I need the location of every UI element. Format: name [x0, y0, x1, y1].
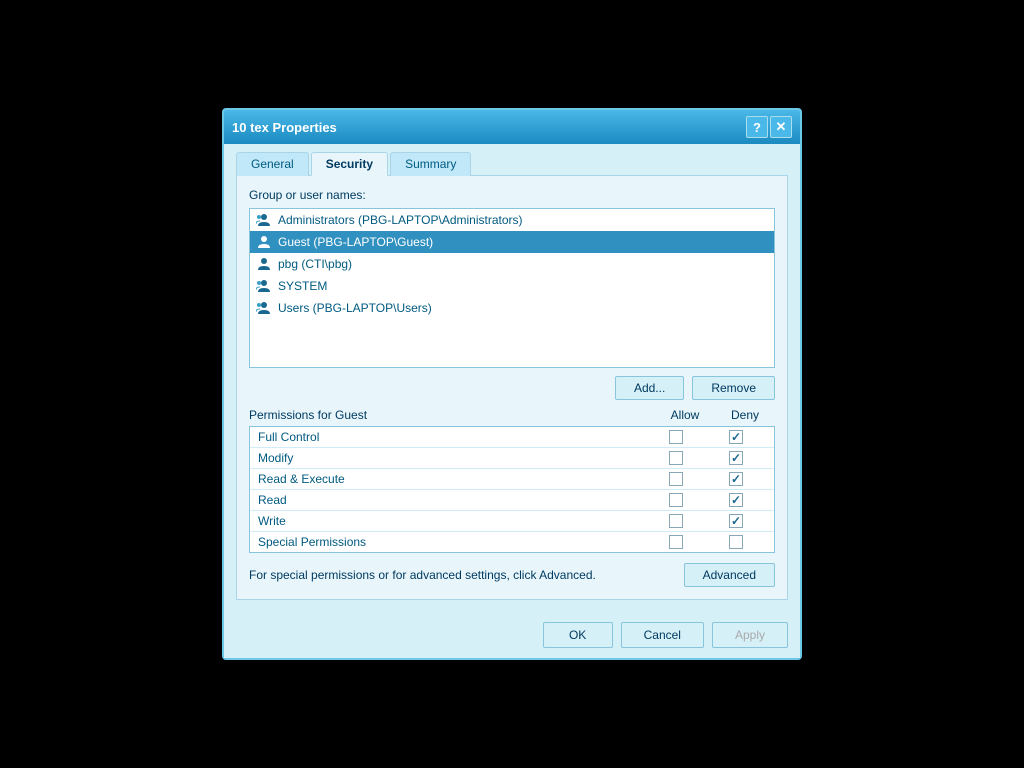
deny-checkbox-write[interactable]: ✓ [729, 514, 743, 528]
allow-check-col [646, 430, 706, 444]
list-item[interactable]: SYSTEM [250, 275, 774, 297]
deny-check-col: ✓ [706, 514, 766, 528]
title-bar: 10 tex Properties ? ✕ [224, 110, 800, 144]
deny-checkbox-read-execute[interactable]: ✓ [729, 472, 743, 486]
permissions-header: Permissions for Guest Allow Deny [249, 408, 775, 422]
close-button[interactable]: ✕ [770, 116, 792, 138]
perm-name: Write [258, 514, 646, 528]
deny-checkbox-full-control[interactable]: ✓ [729, 430, 743, 444]
perm-name: Full Control [258, 430, 646, 444]
deny-check-col: ✓ [706, 472, 766, 486]
dialog-body: General Security Summary Group or user n… [224, 144, 800, 612]
list-item[interactable]: Administrators (PBG-LAPTOP\Administrator… [250, 209, 774, 231]
user-action-buttons: Add... Remove [249, 376, 775, 400]
ok-button[interactable]: OK [543, 622, 613, 648]
advanced-button[interactable]: Advanced [684, 563, 775, 587]
allow-checkbox-read-execute[interactable] [669, 472, 683, 486]
apply-button[interactable]: Apply [712, 622, 788, 648]
allow-checkbox-read[interactable] [669, 493, 683, 507]
allow-check-col [646, 493, 706, 507]
cancel-button[interactable]: Cancel [621, 622, 704, 648]
tab-bar: General Security Summary [236, 152, 788, 176]
permissions-for-label: Permissions for Guest [249, 408, 655, 422]
deny-check-col: ✓ [706, 451, 766, 465]
remove-button[interactable]: Remove [692, 376, 775, 400]
allow-check-col [646, 472, 706, 486]
perm-name: Read [258, 493, 646, 507]
title-buttons: ? ✕ [746, 116, 792, 138]
allow-check-col [646, 451, 706, 465]
deny-checkbox-read[interactable]: ✓ [729, 493, 743, 507]
allow-checkbox-modify[interactable] [669, 451, 683, 465]
advanced-text: For special permissions or for advanced … [249, 568, 674, 582]
tab-summary[interactable]: Summary [390, 152, 471, 176]
deny-col-header: Deny [715, 408, 775, 422]
perm-row-modify: Modify ✓ [250, 448, 774, 469]
tab-content-security: Group or user names: Administrators (PBG… [236, 175, 788, 600]
list-item[interactable]: pbg (CTI\pbg) [250, 253, 774, 275]
add-button[interactable]: Add... [615, 376, 684, 400]
allow-checkbox-full-control[interactable] [669, 430, 683, 444]
deny-check-col: ✓ [706, 493, 766, 507]
advanced-row: For special permissions or for advanced … [249, 563, 775, 587]
allow-check-col [646, 514, 706, 528]
deny-check-col: ✓ [706, 430, 766, 444]
perm-name: Read & Execute [258, 472, 646, 486]
deny-checkbox-modify[interactable]: ✓ [729, 451, 743, 465]
list-item[interactable]: Users (PBG-LAPTOP\Users) [250, 297, 774, 319]
dialog-title: 10 tex Properties [232, 120, 337, 135]
perm-row-write: Write ✓ [250, 511, 774, 532]
perm-name: Modify [258, 451, 646, 465]
user-icon [256, 300, 272, 316]
perm-name: Special Permissions [258, 535, 646, 549]
properties-dialog: 10 tex Properties ? ✕ General Security S… [222, 108, 802, 660]
list-item[interactable]: Guest (PBG-LAPTOP\Guest) [250, 231, 774, 253]
perm-row-read: Read ✓ [250, 490, 774, 511]
perm-row-special: Special Permissions [250, 532, 774, 552]
user-list[interactable]: Administrators (PBG-LAPTOP\Administrator… [249, 208, 775, 368]
user-icon [256, 256, 272, 272]
permissions-table: Full Control ✓ Modify ✓ [249, 426, 775, 553]
user-icon [256, 212, 272, 228]
allow-checkbox-special[interactable] [669, 535, 683, 549]
tab-general[interactable]: General [236, 152, 309, 176]
user-icon [256, 278, 272, 294]
allow-col-header: Allow [655, 408, 715, 422]
help-button[interactable]: ? [746, 116, 768, 138]
perm-row-full-control: Full Control ✓ [250, 427, 774, 448]
deny-check-col [706, 535, 766, 549]
perm-row-read-execute: Read & Execute ✓ [250, 469, 774, 490]
user-icon [256, 234, 272, 250]
allow-checkbox-write[interactable] [669, 514, 683, 528]
tab-security[interactable]: Security [311, 152, 388, 176]
group-label: Group or user names: [249, 188, 775, 202]
dialog-footer: OK Cancel Apply [224, 612, 800, 658]
deny-checkbox-special[interactable] [729, 535, 743, 549]
allow-check-col [646, 535, 706, 549]
